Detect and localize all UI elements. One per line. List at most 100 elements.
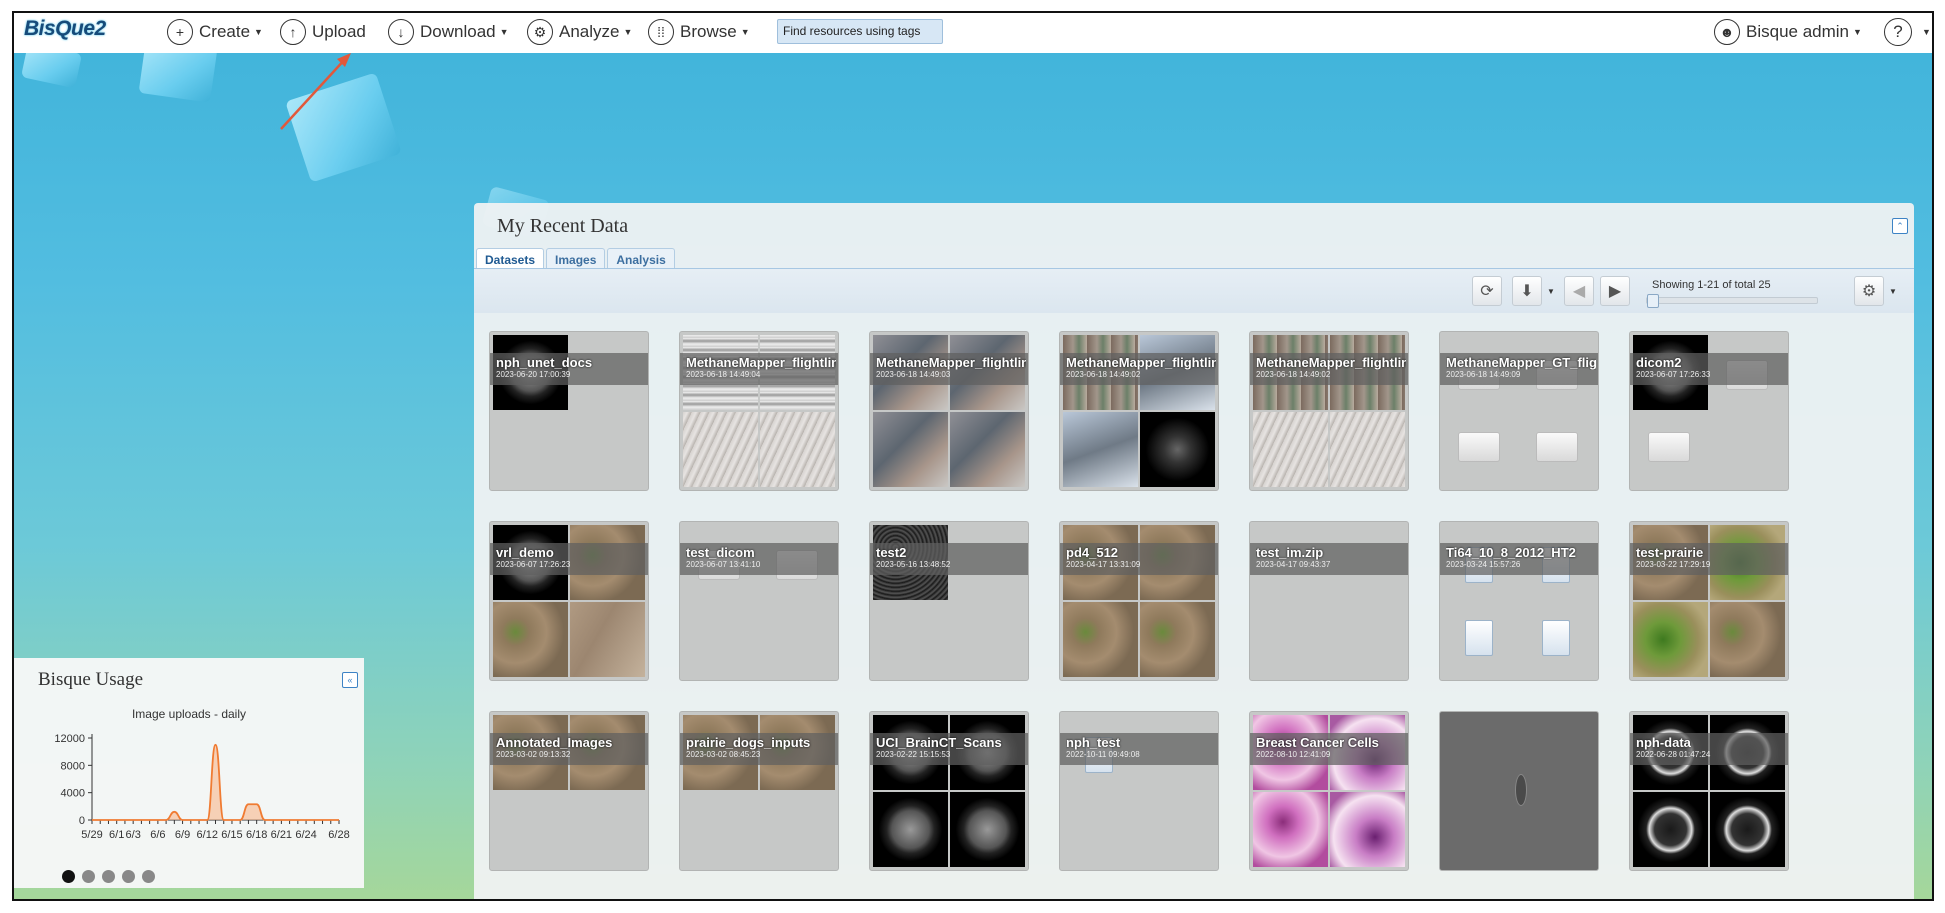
create-menu[interactable]: + Create ▼ — [167, 15, 263, 49]
caret-down-icon: ▼ — [254, 27, 263, 37]
dataset-card[interactable] — [1439, 711, 1599, 871]
dataset-card[interactable]: MethaneMapper_flightlines 2023-06-18 14:… — [1059, 331, 1219, 491]
dataset-card[interactable]: Annotated_Images 2023-03-02 09:13:32 — [489, 711, 649, 871]
y-tick-label: 0 — [79, 815, 85, 827]
folder-icon — [1648, 432, 1690, 462]
x-tick-label: 6/12 — [197, 829, 218, 841]
pager-dot[interactable] — [142, 870, 155, 883]
dataset-date: 2023-04-17 13:31:09 — [1066, 560, 1141, 569]
dataset-card[interactable]: vrl_demo 2023-06-07 17:26:23 — [489, 521, 649, 681]
dataset-date: 2023-03-22 17:29:19 — [1636, 560, 1711, 569]
slider-thumb[interactable] — [1647, 294, 1659, 308]
collapse-up-icon[interactable]: ⌃ — [1892, 218, 1908, 234]
dataset-card[interactable]: MethaneMapper_flightlines 2023-06-18 14:… — [869, 331, 1029, 491]
x-tick-label: 5/29 — [81, 829, 102, 841]
dataset-card[interactable]: Breast Cancer Cells 2022-08-10 12:41:09 — [1249, 711, 1409, 871]
dataset-card[interactable]: test_im.zip 2023-04-17 09:43:37 — [1249, 521, 1409, 681]
download-icon[interactable]: ⬇ — [1512, 276, 1542, 306]
dataset-date: 2023-06-07 13:41:10 — [686, 560, 761, 569]
dataset-card[interactable]: test_dicom 2023-06-07 13:41:10 — [679, 521, 839, 681]
dataset-card[interactable]: test-prairie 2023-03-22 17:29:19 — [1629, 521, 1789, 681]
refresh-icon[interactable]: ⟳ — [1472, 276, 1502, 306]
analyze-label: Analyze — [559, 22, 620, 41]
dataset-name: Ti64_10_8_2012_HT2 — [1446, 545, 1576, 560]
x-tick-label: 6/9 — [175, 829, 190, 841]
x-tick-label: 6/3 — [126, 829, 141, 841]
download-menu[interactable]: ↓ Download ▼ — [388, 15, 509, 49]
dataset-card[interactable]: MethaneMapper_GT_flightlines 2023-06-18 … — [1439, 331, 1599, 491]
dataset-card[interactable]: nph_unet_docs 2023-06-20 17:00:39 — [489, 331, 649, 491]
caret-down-icon: ▼ — [1853, 27, 1862, 37]
browse-menu[interactable]: ⁞⁞ Browse ▼ — [648, 15, 750, 49]
dataset-date: 2023-06-07 17:26:23 — [496, 560, 571, 569]
caret-down-icon[interactable]: ▼ — [1889, 287, 1897, 296]
help-menu[interactable]: ? ▼ — [1884, 15, 1931, 49]
dataset-name: MethaneMapper_flightlines — [1066, 355, 1216, 370]
page-slider[interactable] — [1646, 294, 1818, 308]
create-label: Create — [199, 22, 251, 41]
dataset-name: prairie_dogs_inputs — [686, 735, 811, 750]
caret-down-icon: ▼ — [499, 27, 509, 37]
thumbnail — [1330, 412, 1405, 487]
analyze-icon: ⚙ — [527, 19, 553, 45]
dataset-card[interactable]: MethaneMapper_flightlines 2023-06-18 14:… — [679, 331, 839, 491]
dataset-name: MethaneMapper_GT_flightlines — [1446, 355, 1596, 370]
thumbnail — [1140, 602, 1215, 677]
upload-icon: ↑ — [280, 19, 306, 45]
dataset-date: 2023-03-24 15:57:26 — [1446, 560, 1521, 569]
pager-dot[interactable] — [62, 870, 75, 883]
settings-gear-icon[interactable]: ⚙ — [1854, 276, 1884, 306]
dataset-card[interactable]: dicom2 2023-06-07 17:26:33 — [1629, 331, 1789, 491]
panel-title: My Recent Data — [497, 215, 629, 237]
folder-icon — [1536, 432, 1578, 462]
dataset-card[interactable]: pd4_512 2023-04-17 13:31:09 — [1059, 521, 1219, 681]
app-logo[interactable]: BisQue2 — [24, 17, 106, 41]
thumbnail — [873, 792, 948, 867]
y-tick-label: 12000 — [54, 733, 85, 745]
analyze-menu[interactable]: ⚙ Analyze ▼ — [527, 15, 632, 49]
caret-down-icon[interactable]: ▼ — [1547, 287, 1555, 296]
dataset-card[interactable]: test2 2023-05-16 13:48:52 — [869, 521, 1029, 681]
thumbnail — [950, 792, 1025, 867]
dataset-name: nph_test — [1066, 735, 1121, 750]
top-navbar: BisQue2 + Create ▼ ↑ Upload ↓ Download ▼… — [14, 13, 1932, 53]
pager-dot[interactable] — [102, 870, 115, 883]
dataset-date: 2023-06-07 17:26:33 — [1636, 370, 1711, 379]
x-tick-label: 6/15 — [221, 829, 242, 841]
prev-page-icon[interactable]: ◀ — [1564, 276, 1594, 306]
dataset-card[interactable]: Ti64_10_8_2012_HT2 2023-03-24 15:57:26 — [1439, 521, 1599, 681]
dataset-name: nph_unet_docs — [496, 355, 593, 370]
pager-dot[interactable] — [122, 870, 135, 883]
user-avatar-icon: ☻ — [1714, 19, 1740, 45]
thumbnail — [1253, 792, 1328, 867]
x-tick-label: 6/18 — [246, 829, 267, 841]
tag-search-input[interactable]: Find resources using tags — [777, 19, 943, 44]
dataset-date: 2023-04-17 09:43:37 — [1256, 560, 1331, 569]
dataset-card[interactable]: MethaneMapper_flightlines 2023-06-18 14:… — [1249, 331, 1409, 491]
dataset-card[interactable]: prairie_dogs_inputs 2023-03-02 08:45:23 — [679, 711, 839, 871]
x-tick-label: 6/28 — [328, 829, 349, 841]
collapse-left-icon[interactable]: « — [342, 672, 358, 688]
recent-data-panel: My Recent Data ⌃ Datasets Images Analysi… — [474, 203, 1914, 899]
x-tick-label: 6/24 — [295, 829, 316, 841]
thumbnail — [1253, 412, 1328, 487]
next-page-icon[interactable]: ▶ — [1600, 276, 1630, 306]
y-tick-label: 8000 — [61, 760, 85, 772]
dataset-date: 2023-03-02 09:13:32 — [496, 750, 571, 759]
dataset-name: dicom2 — [1636, 355, 1682, 370]
thumbnail — [683, 412, 758, 487]
dataset-card[interactable]: nph_test 2022-10-11 09:49:08 — [1059, 711, 1219, 871]
dataset-card[interactable]: nph-data 2022-06-28 01:47:24 — [1629, 711, 1789, 871]
pager-dot[interactable] — [82, 870, 95, 883]
chart-title: Image uploads - daily — [132, 707, 246, 721]
user-menu[interactable]: ☻ Bisque admin ▼ — [1714, 15, 1862, 49]
usage-pager — [62, 870, 155, 883]
thumbnail — [1710, 602, 1785, 677]
browse-label: Browse — [680, 22, 737, 41]
upload-menu[interactable]: ↑ Upload — [280, 15, 366, 49]
dataset-date: 2023-02-22 15:15:53 — [876, 750, 951, 759]
thumbnail — [1330, 792, 1405, 867]
dataset-card[interactable]: UCI_BrainCT_Scans 2023-02-22 15:15:53 — [869, 711, 1029, 871]
document-icon — [1465, 620, 1493, 656]
document-icon — [1542, 620, 1570, 656]
